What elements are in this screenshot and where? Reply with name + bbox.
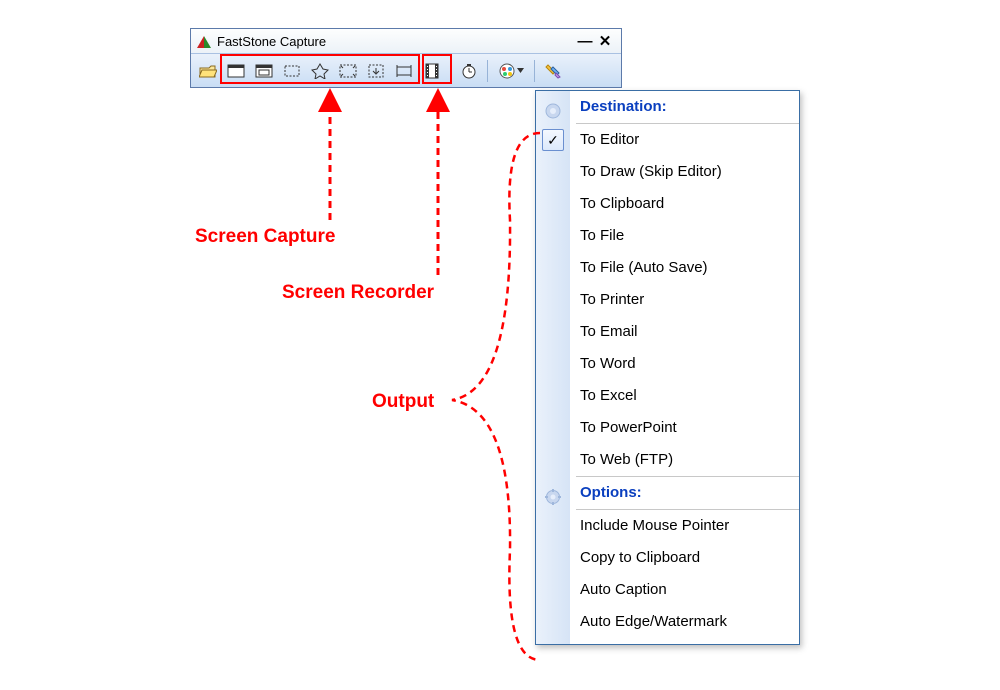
menu-item-auto-edge-watermark[interactable]: Auto Edge/Watermark (536, 606, 799, 638)
capture-fixed-icon (395, 64, 413, 78)
capture-window-object-button[interactable] (251, 58, 277, 84)
menu-item-to-draw[interactable]: To Draw (Skip Editor) (536, 156, 799, 188)
capture-fullscreen-button[interactable] (335, 58, 361, 84)
chevron-down-icon (517, 68, 524, 73)
menu-item-label: Auto Edge/Watermark (580, 613, 727, 630)
destination-header-icon (545, 99, 561, 115)
options-header-icon (545, 485, 561, 501)
menu-item-to-word[interactable]: To Word (536, 348, 799, 380)
dropdown-section-options: Options: (536, 477, 799, 509)
menu-item-to-web-ftp[interactable]: To Web (FTP) (536, 444, 799, 476)
menu-item-to-editor[interactable]: ✓ To Editor (536, 124, 799, 156)
capture-object-icon (255, 64, 273, 78)
delay-timer-icon (461, 63, 477, 79)
open-file-icon (199, 63, 217, 79)
menu-item-label: To Clipboard (580, 195, 664, 212)
output-destination-icon (499, 63, 515, 79)
menu-item-auto-caption[interactable]: Auto Caption (536, 574, 799, 606)
menu-item-label: To Excel (580, 387, 637, 404)
menu-item-label: To File (Auto Save) (580, 259, 708, 276)
menu-item-include-mouse-pointer[interactable]: Include Mouse Pointer (536, 510, 799, 542)
capture-rect-icon (283, 64, 301, 78)
capture-rectangle-button[interactable] (279, 58, 305, 84)
delay-timer-button[interactable] (456, 58, 482, 84)
annotation-screen-capture: Screen Capture (195, 226, 335, 248)
capture-scrolling-button[interactable] (363, 58, 389, 84)
close-button[interactable]: ✕ (595, 32, 615, 50)
screen-recorder-icon (424, 63, 440, 79)
menu-item-label: To Draw (Skip Editor) (580, 163, 722, 180)
screen-recorder-button[interactable] (419, 58, 445, 84)
menu-item-to-printer[interactable]: To Printer (536, 284, 799, 316)
menu-item-label: Include Mouse Pointer (580, 517, 729, 534)
menu-item-to-email[interactable]: To Email (536, 316, 799, 348)
capture-fixed-region-button[interactable] (391, 58, 417, 84)
capture-freehand-button[interactable] (307, 58, 333, 84)
menu-item-label: To PowerPoint (580, 419, 677, 436)
capture-fullscreen-icon (339, 64, 357, 78)
capture-scrolling-icon (367, 64, 385, 78)
annotation-overlay (0, 0, 1000, 690)
menu-item-label: To Email (580, 323, 638, 340)
annotation-output: Output (372, 391, 434, 413)
menu-item-label: To File (580, 227, 624, 244)
menu-item-label: To Web (FTP) (580, 451, 673, 468)
menu-item-label: To Word (580, 355, 636, 372)
toolbar (191, 53, 621, 87)
menu-item-to-file-autosave[interactable]: To File (Auto Save) (536, 252, 799, 284)
capture-active-window-button[interactable] (223, 58, 249, 84)
menu-item-to-file[interactable]: To File (536, 220, 799, 252)
menu-item-label: To Printer (580, 291, 644, 308)
settings-icon (545, 63, 561, 79)
menu-item-to-clipboard[interactable]: To Clipboard (536, 188, 799, 220)
window-title: FastStone Capture (217, 34, 326, 49)
open-file-button[interactable] (195, 58, 221, 84)
options-header-label: Options: (580, 484, 642, 501)
minimize-button[interactable]: — (575, 33, 595, 50)
titlebar[interactable]: FastStone Capture — ✕ (191, 29, 621, 53)
output-destination-button[interactable] (493, 58, 529, 84)
menu-item-label: To Editor (580, 131, 639, 148)
menu-item-label: Copy to Clipboard (580, 549, 700, 566)
destination-header-label: Destination: (580, 98, 667, 115)
annotation-screen-recorder: Screen Recorder (282, 282, 434, 304)
menu-item-label: Auto Caption (580, 581, 667, 598)
menu-item-to-excel[interactable]: To Excel (536, 380, 799, 412)
faststone-window: FastStone Capture — ✕ (190, 28, 622, 88)
toolbar-separator (534, 60, 535, 82)
menu-item-copy-to-clipboard[interactable]: Copy to Clipboard (536, 542, 799, 574)
output-dropdown-menu: Destination: ✓ To Editor To Draw (Skip E… (535, 90, 800, 645)
capture-window-icon (227, 64, 245, 78)
settings-button[interactable] (540, 58, 566, 84)
toolbar-separator (487, 60, 488, 82)
capture-freehand-icon (311, 63, 329, 79)
dropdown-section-destination: Destination: (536, 91, 799, 123)
toolbar-separator (450, 60, 451, 82)
app-logo-icon (197, 34, 211, 48)
menu-item-to-powerpoint[interactable]: To PowerPoint (536, 412, 799, 444)
check-icon: ✓ (542, 129, 564, 151)
